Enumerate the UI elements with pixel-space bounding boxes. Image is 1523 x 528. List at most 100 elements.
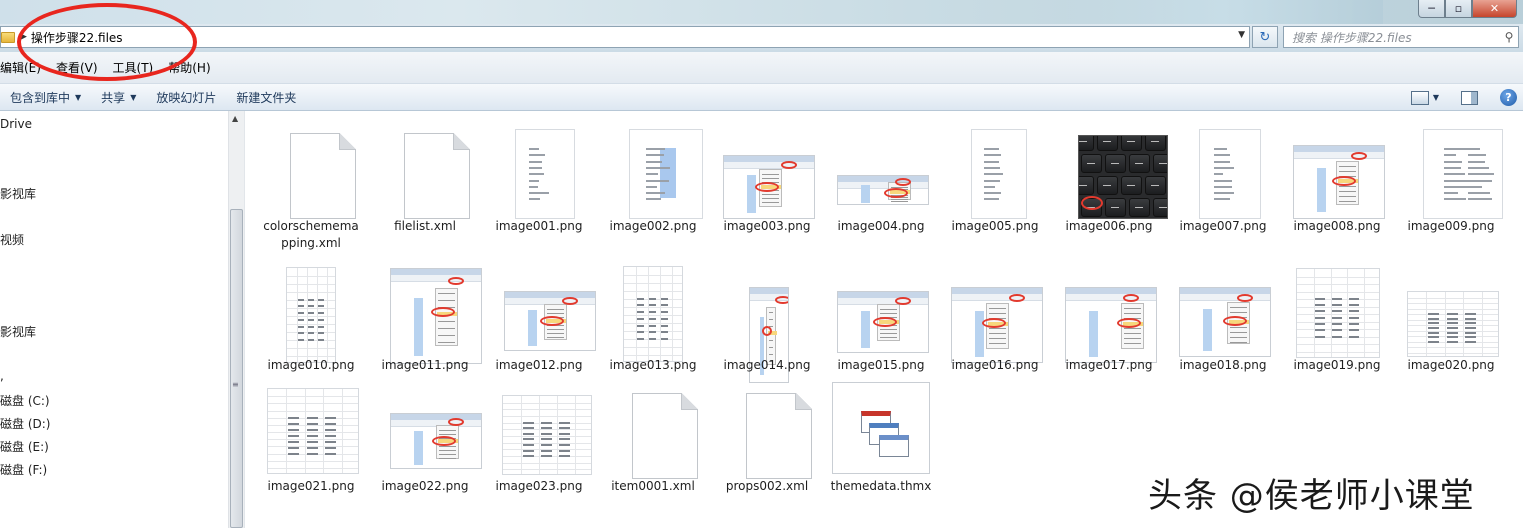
file-item[interactable]: image008.png [1280, 119, 1394, 249]
minimize-button[interactable]: ─ [1418, 0, 1445, 18]
nav-item-disk-c[interactable]: 磁盘 (C:) [0, 392, 50, 409]
file-item[interactable]: image002.png [596, 119, 710, 249]
file-thumbnail [971, 129, 1027, 219]
file-item[interactable]: image023.png [482, 379, 596, 509]
address-dropdown-icon[interactable]: ▼ [1238, 30, 1245, 40]
file-name: image015.png [837, 358, 925, 372]
refresh-icon[interactable]: ↻ [1252, 26, 1278, 48]
file-item[interactable]: image005.png [938, 119, 1052, 249]
file-item[interactable]: image011.png [368, 261, 482, 391]
menu-tools[interactable]: 工具(T) [113, 59, 162, 76]
file-item[interactable]: image010.png [254, 261, 368, 391]
file-thumbnail [515, 129, 575, 219]
maximize-button[interactable]: ▫ [1445, 0, 1472, 18]
file-name: image003.png [723, 219, 811, 233]
file-item[interactable]: colorschememapping.xml [254, 119, 368, 250]
nav-item-library-2[interactable]: 影视库 [0, 323, 36, 340]
breadcrumb-arrow-icon[interactable]: ▶ [20, 32, 27, 42]
nav-item-videos[interactable]: 视频 [0, 231, 24, 248]
share-button[interactable]: 共享 ▼ [91, 89, 146, 106]
file-name: image006.png [1065, 219, 1153, 233]
file-name: image023.png [495, 479, 583, 493]
file-name: image004.png [837, 219, 925, 233]
file-icon [746, 393, 812, 479]
scrollbar-thumb[interactable] [230, 209, 243, 528]
file-item[interactable]: image015.png [824, 261, 938, 391]
help-icon[interactable]: ? [1500, 89, 1517, 106]
slideshow-button[interactable]: 放映幻灯片 [146, 89, 226, 106]
nav-item-computer[interactable]: , [0, 369, 4, 383]
navigation-pane: Drive 影视库 视频 影视库 , 磁盘 (C:) 磁盘 (D:) 磁盘 (E… [0, 111, 244, 528]
menu-bar: 编辑(E) 查看(V) 工具(T) 帮助(H) [0, 52, 1523, 84]
file-item[interactable]: image006.png [1052, 119, 1168, 249]
file-item[interactable]: image021.png [254, 379, 368, 509]
watermark: 头条 @侯老师小课堂 [1148, 476, 1475, 516]
address-bar[interactable]: ▶ 操作步骤22.files ▼ [0, 26, 1250, 48]
file-thumbnail [1078, 135, 1168, 219]
file-name: image022.png [381, 479, 469, 493]
file-thumbnail [286, 267, 336, 363]
chevron-down-icon[interactable]: ▼ [1433, 93, 1439, 102]
file-item[interactable]: image019.png [1280, 261, 1394, 391]
file-thumbnail [1179, 287, 1271, 357]
file-item[interactable]: filelist.xml [368, 119, 482, 249]
file-item[interactable]: image016.png [938, 261, 1052, 391]
search-placeholder: 搜索 操作步骤22.files [1292, 30, 1412, 45]
title-bar: ─ ▫ ✕ [0, 0, 1523, 24]
folder-icon [1, 31, 15, 43]
nav-scrollbar[interactable]: ▲ ≡ [228, 111, 244, 528]
close-button[interactable]: ✕ [1472, 0, 1517, 18]
file-thumbnail [390, 268, 482, 364]
search-input[interactable]: 搜索 操作步骤22.files ⚲ [1283, 26, 1519, 48]
file-name: colorschememapping.xml [263, 219, 359, 250]
nav-item-drive[interactable]: Drive [0, 117, 32, 131]
view-options-icon[interactable] [1410, 90, 1429, 105]
file-thumbnail [504, 291, 596, 351]
scroll-up-icon[interactable]: ▲ [232, 114, 238, 123]
file-name: image019.png [1293, 358, 1381, 372]
file-item[interactable]: image018.png [1166, 261, 1280, 391]
file-name: image009.png [1407, 219, 1495, 233]
new-folder-button[interactable]: 新建文件夹 [226, 89, 306, 106]
window-controls: ─ ▫ ✕ [1418, 0, 1517, 18]
file-thumbnail [267, 388, 359, 474]
file-item[interactable]: themedata.thmx [824, 379, 938, 509]
file-thumbnail [837, 175, 929, 205]
file-item[interactable]: item0001.xml [596, 379, 710, 509]
file-item[interactable]: image001.png [482, 119, 596, 249]
preview-pane-icon[interactable] [1461, 90, 1478, 105]
file-item[interactable]: image004.png [824, 119, 938, 249]
file-name: props002.xml [725, 479, 809, 493]
include-in-library-button[interactable]: 包含到库中 ▼ [0, 89, 91, 106]
file-icon [404, 133, 470, 219]
search-icon[interactable]: ⚲ [1500, 30, 1518, 44]
file-thumbnail [1293, 145, 1385, 219]
nav-item-disk-e[interactable]: 磁盘 (E:) [0, 438, 49, 455]
file-item[interactable]: props002.xml [710, 379, 824, 509]
menu-help[interactable]: 帮助(H) [168, 59, 218, 76]
file-thumbnail [837, 291, 929, 353]
menu-edit[interactable]: 编辑(E) [0, 59, 49, 76]
file-item[interactable]: image017.png [1052, 261, 1166, 391]
file-item[interactable]: image022.png [368, 379, 482, 509]
file-thumbnail [1199, 129, 1261, 219]
menu-view[interactable]: 查看(V) [56, 59, 106, 76]
nav-item-disk-d[interactable]: 磁盘 (D:) [0, 415, 50, 432]
file-item[interactable]: image012.png [482, 261, 596, 391]
file-item[interactable]: image014.png [710, 261, 824, 391]
file-list: colorschememapping.xml filelist.xml image0… [244, 111, 1523, 528]
file-icon [290, 133, 356, 219]
breadcrumb-current[interactable]: 操作步骤22.files [31, 29, 123, 46]
nav-item-disk-f[interactable]: 磁盘 (F:) [0, 461, 47, 478]
file-thumbnail [1423, 129, 1503, 219]
file-item[interactable]: image020.png [1394, 261, 1508, 391]
file-thumbnail [832, 382, 930, 474]
nav-item-library[interactable]: 影视库 [0, 185, 36, 202]
file-thumbnail [623, 266, 683, 362]
explorer-window: ─ ▫ ✕ ▶ 操作步骤22.files ▼ ↻ 搜索 操作步骤22.files… [0, 0, 1523, 528]
file-item[interactable]: image007.png [1166, 119, 1280, 249]
file-item[interactable]: image003.png [710, 119, 824, 249]
file-item[interactable]: image009.png [1394, 119, 1508, 249]
file-name: filelist.xml [394, 219, 456, 233]
file-item[interactable]: image013.png [596, 261, 710, 391]
